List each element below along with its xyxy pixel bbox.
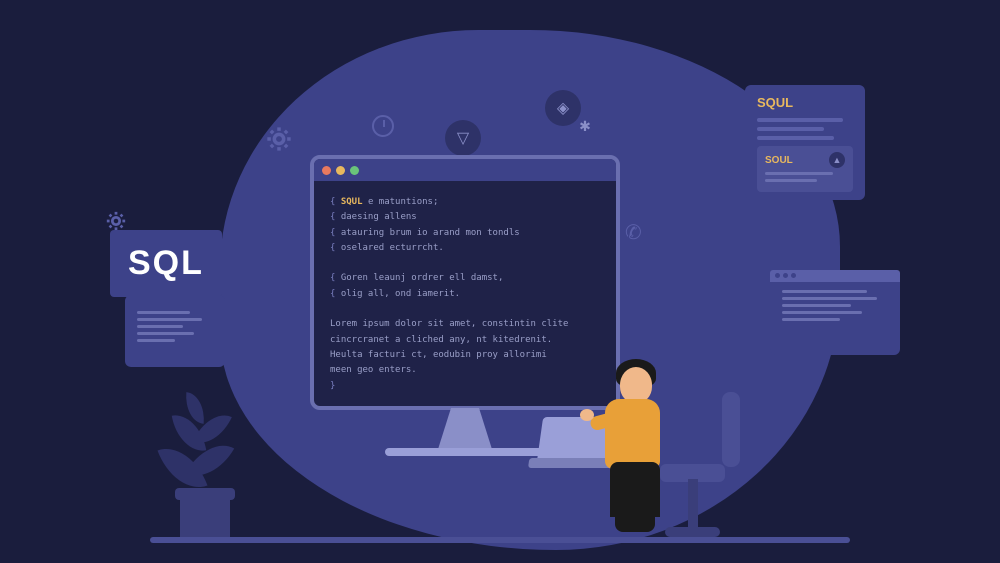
monitor-stand — [430, 408, 500, 448]
code-icon: ◈ — [545, 90, 581, 126]
monitor-base — [385, 448, 545, 456]
sql-sub-card: SOUL ▲ — [757, 146, 853, 192]
max-dot-icon — [350, 166, 359, 175]
window-header — [770, 270, 900, 282]
gear-icon — [265, 125, 293, 153]
sql-badge: SQL — [110, 230, 222, 297]
play-icon: ▽ — [445, 120, 481, 156]
sub-card-title: SOUL — [765, 155, 793, 166]
nav-icon: ▲ — [829, 152, 845, 168]
card-title: SQUL — [757, 95, 853, 110]
star-icon: ✱ — [577, 118, 593, 134]
desk-line — [150, 537, 850, 543]
window-titlebar — [314, 159, 616, 181]
plant — [155, 383, 255, 543]
clock-icon — [372, 115, 394, 137]
close-dot-icon — [322, 166, 331, 175]
browser-window-card — [770, 270, 900, 355]
gear-icon — [105, 210, 127, 232]
sql-card: SQUL SOUL ▲ — [745, 85, 865, 200]
person-illustration — [570, 337, 710, 537]
phone-icon: ✆ — [625, 220, 649, 244]
code-snippet-card — [125, 295, 225, 367]
min-dot-icon — [336, 166, 345, 175]
